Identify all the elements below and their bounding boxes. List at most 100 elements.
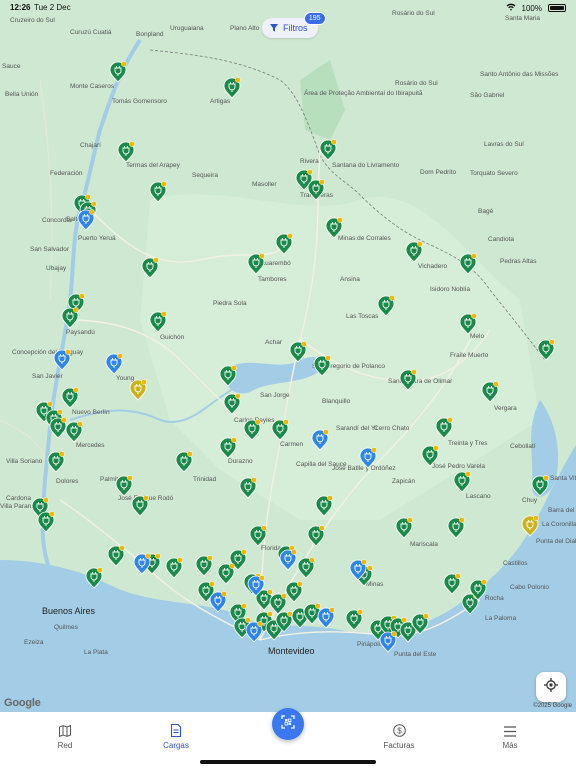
- map-place-label: Santa Clara de Olimar: [388, 378, 453, 385]
- map-place-label: Lascano: [466, 493, 491, 500]
- map-place-label: Sarandí del Yí: [336, 425, 377, 432]
- map-place-label: Bella Unión: [5, 91, 39, 98]
- status-date: Tue 2 Dec: [34, 3, 71, 12]
- map-place-label: Sauce: [2, 63, 21, 70]
- map-place-label: Durazno: [228, 458, 253, 465]
- wifi-icon: [506, 3, 516, 13]
- map-place-label: Santana do Livramento: [332, 162, 400, 169]
- map-place-label: Castillos: [503, 560, 528, 567]
- map-place-label: Cerro Chato: [374, 425, 410, 432]
- dollar-icon: $: [364, 724, 434, 738]
- map-place-label: José Pedro Varela: [432, 463, 485, 470]
- battery-percent: 100%: [521, 3, 542, 13]
- map-place-label: La Paloma: [485, 615, 516, 622]
- map-place-label: Montevideo: [268, 646, 315, 656]
- map-place-label: Rocha: [485, 595, 504, 602]
- map-view[interactable]: Cruzeiro do Sul Curuzú Cuatiá Bonpland Urug…: [0, 0, 576, 712]
- map-place-label: Villa Soriano: [6, 458, 43, 465]
- filters-button[interactable]: Filtros 195: [262, 12, 326, 38]
- map-place-label: São Gabriel: [470, 92, 505, 99]
- map-icon: [30, 724, 100, 738]
- qr-scan-icon: [281, 714, 295, 734]
- map-place-label: Ansina: [340, 276, 360, 283]
- map-place-label: San Javier: [32, 373, 64, 380]
- map-place-label: Dom Pedrito: [420, 169, 457, 176]
- map-place-label: Piedra Sola: [213, 300, 247, 307]
- map-place-label: Nuevo Berlín: [72, 409, 110, 416]
- map-place-label: Carmen: [280, 441, 304, 448]
- map-place-label: Barra del Chuy: [548, 507, 576, 514]
- map-place-label: Plano Alto: [230, 25, 260, 32]
- map-place-label: Pedras Altas: [500, 258, 537, 265]
- tab-red[interactable]: Red: [30, 724, 100, 750]
- status-bar: 12:26 Tue 2 Dec 100%: [0, 0, 576, 16]
- map-place-label: Cabo Polonio: [510, 584, 549, 591]
- map-place-label: Monte Caseros: [70, 83, 115, 90]
- map-place-label: Trinidad: [193, 476, 217, 483]
- battery-icon: [548, 4, 566, 12]
- map-place-label: Chajarí: [80, 142, 101, 149]
- tab-cargas-label: Cargas: [163, 741, 189, 750]
- tab-red-label: Red: [57, 741, 73, 750]
- crosshair-icon: [544, 677, 558, 697]
- map-place-label: Ubajay: [46, 265, 67, 272]
- map-place-label: Rosário do Sul: [395, 80, 438, 87]
- tab-cargas[interactable]: Cargas: [141, 723, 211, 750]
- map-place-label: Cardona: [6, 495, 31, 502]
- map-place-label: Treinta y Tres: [448, 440, 488, 447]
- map-place-label: Dolores: [56, 478, 79, 485]
- map-place-label: Área de Proteção Ambiental do Ibirapuitã: [304, 88, 423, 97]
- map-place-label: La Plata: [84, 649, 108, 656]
- qr-scan-button[interactable]: [272, 708, 304, 740]
- svg-text:$: $: [397, 726, 402, 735]
- map-place-label: Candiota: [488, 236, 514, 243]
- map-place-label: Uruguaiana: [170, 25, 204, 32]
- map-place-label: Termas del Arapey: [126, 162, 181, 169]
- map-place-label: Torquato Severo: [470, 170, 518, 177]
- map-place-label: Cruzeiro do Sul: [10, 17, 55, 24]
- tab-facturas[interactable]: $ Facturas: [364, 724, 434, 750]
- menu-icon: [475, 724, 545, 738]
- map-place-label: Quilmes: [54, 624, 79, 631]
- map-place-label: Minas de Corrales: [338, 235, 391, 242]
- map-place-label: Bonpland: [136, 31, 164, 38]
- map-place-label: Santa Vitória do Palmar: [550, 475, 576, 482]
- map-place-label: Punta del Este: [394, 651, 437, 658]
- map-place-label: Artigas: [210, 98, 231, 105]
- map-place-label: Bagé: [478, 208, 494, 215]
- map-place-label: Tomás Gomensoro: [112, 98, 167, 105]
- map-place-label: Cebollatí: [510, 443, 536, 450]
- status-right: 100%: [506, 3, 566, 13]
- map-place-label: Mariscala: [410, 541, 438, 548]
- locate-me-button[interactable]: [536, 672, 566, 702]
- receipt-icon: [141, 723, 211, 738]
- map-place-label: Curuzú Cuatiá: [70, 29, 112, 36]
- map-place-label: Concepción del Uruguay: [12, 349, 84, 356]
- tab-facturas-label: Facturas: [383, 741, 415, 750]
- map-copyright: ©2025 Google: [533, 703, 572, 709]
- map-place-label: Paysandú: [66, 329, 95, 336]
- map-place-label: Santo Antônio das Missões: [480, 71, 559, 78]
- google-logo: Google: [4, 697, 41, 709]
- map-place-label: Chuy: [522, 497, 538, 504]
- map-place-label: Las Toscas: [346, 313, 379, 320]
- map-place-label: Buenos Aires: [42, 606, 96, 616]
- map-place-label: Sequeira: [192, 172, 218, 179]
- map-place-label: Young: [116, 375, 135, 382]
- map-place-label: Melo: [470, 333, 484, 340]
- map-place-label: Guichón: [160, 334, 185, 341]
- tab-mas[interactable]: Más: [475, 724, 545, 750]
- map-place-label: Masoller: [252, 181, 277, 188]
- map-place-label: Ezeiza: [24, 639, 44, 646]
- map-place-label: Vichadero: [418, 263, 448, 270]
- map-place-label: Federación: [50, 170, 83, 177]
- map-place-label: Mercedes: [76, 442, 105, 449]
- map-place-label: Santa Maria: [505, 15, 540, 22]
- map-place-label: Vergara: [494, 405, 517, 412]
- tab-mas-label: Más: [502, 741, 518, 750]
- map-place-label: José Batlle y Ordóñez: [332, 465, 396, 472]
- map-place-label: La Coronilla: [542, 521, 576, 528]
- map-place-label: Punta del Diablo: [536, 538, 576, 545]
- map-place-label: Blanquillo: [322, 398, 351, 405]
- map-place-label: Zapicán: [392, 478, 416, 485]
